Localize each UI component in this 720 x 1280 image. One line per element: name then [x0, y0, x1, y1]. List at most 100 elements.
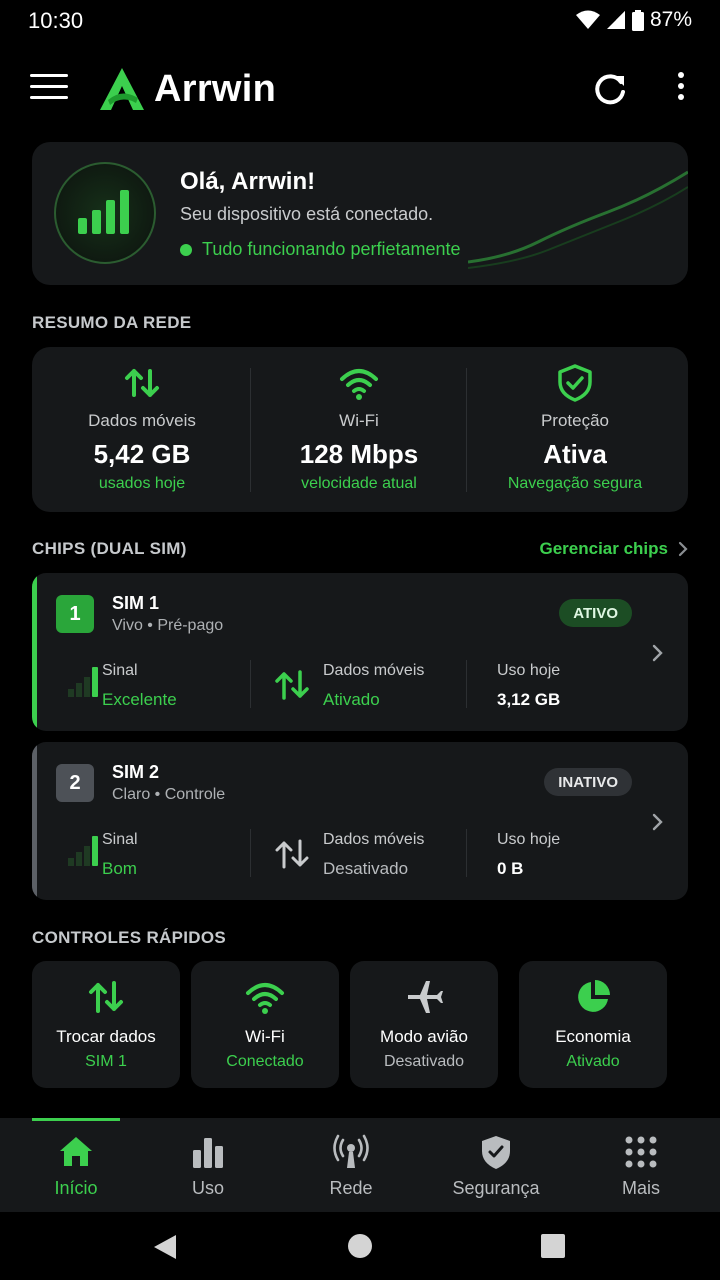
signal-label: Sinal — [102, 662, 138, 679]
greeting-subtitle: Seu dispositivo está conectado. — [180, 204, 434, 224]
sim-carrier: Claro • Controle — [112, 786, 226, 803]
antenna-icon — [333, 1134, 369, 1168]
menu-icon — [30, 74, 68, 77]
nav-item-home[interactable]: Início — [20, 1118, 132, 1212]
network-summary-card: Dados móveis 5,42 GB usados hoje Wi-Fi 1… — [32, 347, 688, 512]
connection-status-text: Tudo funcionando perfietamente — [202, 239, 461, 259]
chevron-right-icon — [652, 644, 663, 662]
system-navigation-bar — [0, 1212, 720, 1280]
nav-item-security[interactable]: Segurança — [428, 1118, 564, 1212]
chevron-right-icon — [678, 541, 688, 557]
quick-control-airplane[interactable]: Modo avião Desativado — [350, 961, 498, 1088]
signal-value: Bom — [102, 859, 137, 878]
app-bar: Arrwin — [0, 56, 720, 126]
summary-wifi[interactable]: Wi-Fi 128 Mbps velocidade atual — [251, 347, 467, 512]
home-system-icon[interactable] — [347, 1233, 373, 1259]
shield-icon — [482, 1136, 510, 1169]
sim-carrier: Vivo • Pré-pago — [112, 617, 224, 634]
grid-icon — [625, 1136, 657, 1168]
app-title: Arrwin — [154, 68, 277, 110]
quick-control-title: Modo avião — [380, 1027, 468, 1046]
signal-label: Sinal — [102, 831, 138, 848]
home-icon — [60, 1137, 92, 1166]
summary-mobile-data[interactable]: Dados móveis 5,42 GB usados hoje — [34, 347, 250, 512]
bar-chart-icon — [193, 1138, 223, 1168]
signal-value: Excelente — [102, 690, 177, 709]
chips-section-title: CHIPS (DUAL SIM) — [32, 539, 187, 558]
wifi-icon — [246, 983, 284, 1014]
divider — [250, 660, 251, 708]
quick-control-swap-data[interactable]: Trocar dados SIM 1 — [32, 961, 180, 1088]
manage-chips-label: Gerenciar chips — [539, 539, 668, 558]
shield-check-icon — [558, 364, 592, 402]
data-value: Ativado — [323, 690, 380, 709]
summary-value: Ativa — [543, 439, 607, 469]
quick-control-title: Economia — [555, 1027, 631, 1046]
pie-chart-icon — [578, 980, 610, 1012]
quick-control-economy[interactable]: Economia Ativado — [519, 961, 667, 1088]
wifi-status-icon — [575, 10, 600, 29]
nav-label: Rede — [329, 1178, 373, 1198]
quick-control-title: Trocar dados — [56, 1027, 156, 1046]
usage-value: 0 B — [497, 859, 524, 878]
chevron-right-icon — [652, 813, 663, 831]
signal-bars-icon — [68, 667, 98, 697]
sim-name: SIM 1 — [112, 593, 160, 613]
network-summary-title: RESUMO DA REDE — [32, 313, 192, 332]
nav-label: Uso — [191, 1178, 224, 1198]
signal-bars-icon — [68, 836, 98, 866]
usage-label: Uso hoje — [497, 831, 561, 848]
status-icons: 87% — [575, 8, 692, 32]
quick-control-subtitle: SIM 1 — [85, 1053, 127, 1070]
sim-card-1[interactable]: 1 SIM 1 Vivo • Pré-pago ATIVO Sinal Exce… — [32, 573, 688, 731]
summary-note: velocidade atual — [301, 475, 417, 492]
summary-label: Proteção — [540, 411, 610, 430]
manage-chips-link[interactable]: Gerenciar chips — [539, 539, 688, 559]
swap-arrows-icon — [275, 839, 309, 869]
cell-signal-icon — [606, 11, 625, 29]
sim-status-badge: ATIVO — [559, 599, 632, 627]
more-options-icon[interactable] — [668, 72, 694, 112]
wave-decoration — [468, 170, 688, 269]
divider — [466, 660, 467, 708]
signal-bars-icon — [78, 190, 129, 234]
recents-icon[interactable] — [541, 1234, 565, 1258]
data-label: Dados móveis — [323, 831, 425, 848]
battery-percent: 87% — [649, 8, 692, 31]
nav-item-usage[interactable]: Uso — [152, 1118, 264, 1212]
divider — [250, 829, 251, 877]
summary-note: Navegação segura — [507, 475, 643, 492]
data-label: Dados móveis — [323, 662, 425, 679]
battery-icon — [631, 9, 644, 31]
sim-card-2[interactable]: 2 SIM 2 Claro • Controle INATIVO Sinal B… — [32, 742, 688, 900]
refresh-icon[interactable] — [590, 70, 630, 110]
logo-icon — [100, 68, 144, 110]
back-icon[interactable] — [152, 1234, 178, 1260]
nav-item-network[interactable]: Rede — [295, 1118, 407, 1212]
usage-value: 3,12 GB — [497, 690, 561, 709]
nav-label: Mais — [621, 1178, 660, 1198]
connection-status: Tudo funcionando perfietamente — [180, 239, 461, 260]
summary-label: Wi-Fi — [339, 411, 379, 430]
status-time: 10:30 — [28, 8, 84, 33]
summary-value: 5,42 GB — [93, 439, 191, 469]
divider — [466, 829, 467, 877]
nav-item-more[interactable]: Mais — [585, 1118, 697, 1212]
usage-label: Uso hoje — [497, 662, 561, 679]
nav-label: Início — [54, 1178, 98, 1198]
summary-label: Dados móveis — [88, 411, 196, 430]
quick-control-subtitle: Conectado — [226, 1053, 304, 1070]
menu-button[interactable] — [30, 74, 68, 106]
quick-control-subtitle: Ativado — [566, 1053, 620, 1070]
summary-note: usados hoje — [98, 475, 186, 492]
quick-control-title: Wi-Fi — [245, 1027, 285, 1046]
quick-controls-title: CONTROLES RÁPIDOS — [32, 928, 227, 947]
greeting-title: Olá, Arrwin! — [180, 168, 316, 195]
signal-ring — [54, 162, 156, 264]
summary-protection[interactable]: Proteção Ativa Navegação segura — [467, 347, 683, 512]
swap-arrows-icon — [275, 670, 309, 700]
sim-name: SIM 2 — [112, 762, 160, 782]
quick-control-wifi[interactable]: Wi-Fi Conectado — [191, 961, 339, 1088]
connection-status-card: Olá, Arrwin! Seu dispositivo está conect… — [32, 142, 688, 285]
nav-label: Segurança — [452, 1178, 540, 1198]
